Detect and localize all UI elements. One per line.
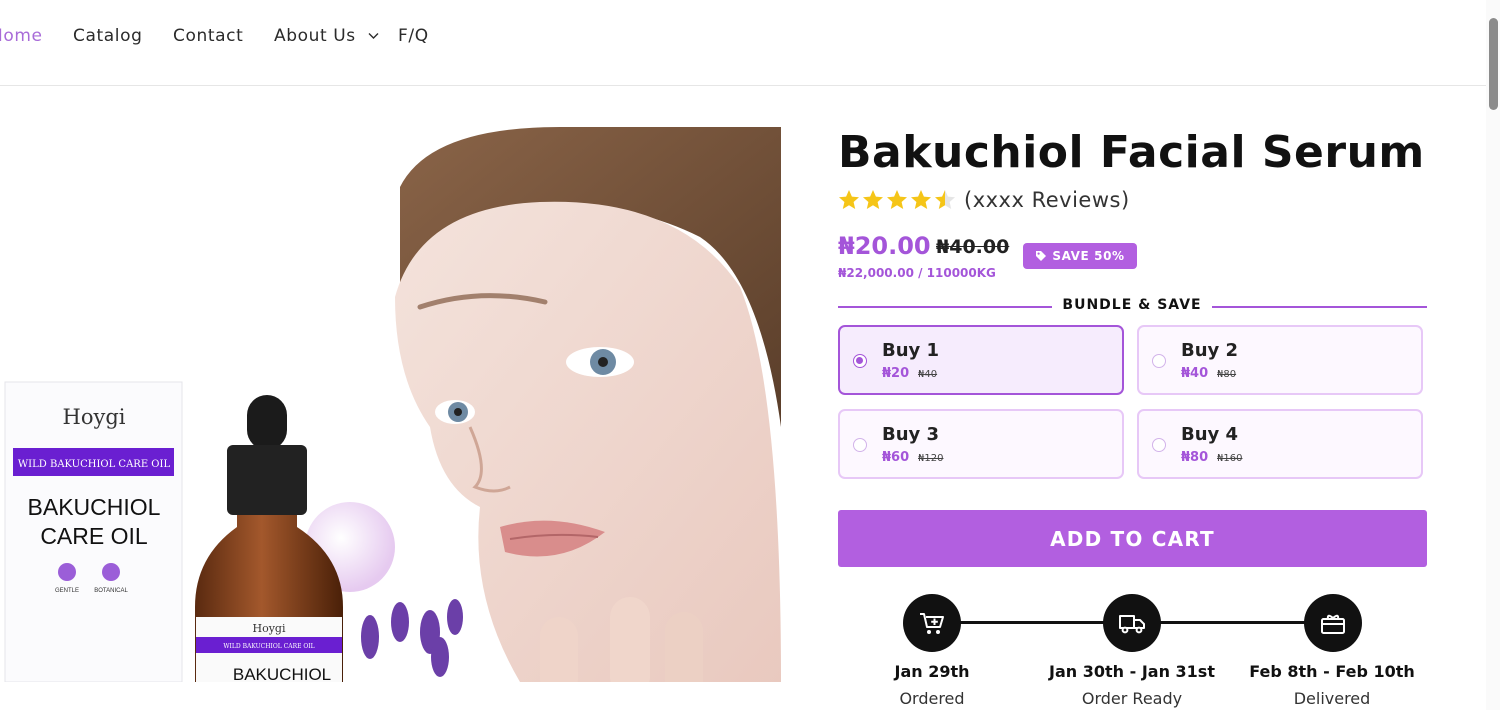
- bundle-option-label: Buy 4: [1181, 424, 1239, 445]
- bundle-option-buy-1[interactable]: Buy 1 ₦20 ₦40: [838, 325, 1124, 395]
- save-badge-text: SAVE 50%: [1052, 249, 1125, 263]
- product-hero-image[interactable]: Hoygi WILD BAKUCHIOL CARE OIL BAKUCHIOL …: [0, 127, 781, 682]
- bundle-option-label: Buy 1: [882, 340, 940, 361]
- box-banner-text: WILD BAKUCHIOL CARE OIL: [18, 459, 171, 470]
- bundle-option-price: ₦60: [882, 450, 910, 465]
- page-scrollbar[interactable]: [1486, 0, 1500, 710]
- radio-icon: [853, 438, 867, 452]
- radio-icon: [853, 354, 867, 368]
- timeline-step-ready: [1103, 594, 1161, 652]
- nav-item-home[interactable]: Home: [0, 26, 43, 46]
- radio-icon: [1152, 438, 1166, 452]
- timeline-date-delivered: Feb 8th - Feb 10th: [1249, 662, 1415, 681]
- timeline-date-ordered: Jan 29th: [894, 662, 970, 681]
- timeline-status-delivered: Delivered: [1293, 689, 1371, 708]
- nav-item-contact[interactable]: Contact: [173, 26, 243, 46]
- gift-icon: [1321, 614, 1345, 634]
- bundle-option-compare: ₦40: [918, 369, 938, 380]
- box-title-line-2: CARE OIL: [40, 523, 148, 549]
- bundle-option-compare: ₦80: [1217, 369, 1237, 380]
- box-brand-text: Hoygi: [63, 405, 126, 429]
- nav-item-catalog[interactable]: Catalog: [73, 26, 143, 46]
- truck-icon: [1119, 615, 1145, 634]
- chevron-down-icon: [368, 33, 379, 39]
- cart-plus-icon: [920, 613, 944, 634]
- bottle-brand-text: Hoygi: [253, 622, 286, 635]
- box-icon-label-2: BOTANICAL: [94, 588, 128, 594]
- bundle-option-buy-2[interactable]: Buy 2 ₦40 ₦80: [1137, 325, 1423, 395]
- bundle-option-label: Buy 2: [1181, 340, 1239, 361]
- timeline-date-ready: Jan 30th - Jan 31st: [1049, 662, 1215, 681]
- scroll-thumb[interactable]: [1489, 18, 1498, 110]
- bundle-option-price: ₦20: [882, 366, 910, 381]
- save-badge: SAVE 50%: [1023, 243, 1137, 269]
- bottle-title-text: BAKUCHIOL: [233, 665, 331, 682]
- timeline-step-ordered: [903, 594, 961, 652]
- timeline-status-ready: Order Ready: [1081, 689, 1183, 708]
- timeline-step-delivered: [1304, 594, 1362, 652]
- bundle-option-label: Buy 3: [882, 424, 940, 445]
- top-navigation: Home Catalog Contact About Us F/Q: [0, 0, 1486, 86]
- timeline-status-ordered: Ordered: [899, 689, 965, 708]
- radio-icon: [1152, 354, 1166, 368]
- nav-item-fq[interactable]: F/Q: [398, 26, 429, 46]
- bundle-option-buy-3[interactable]: Buy 3 ₦60 ₦120: [838, 409, 1124, 479]
- product-title: Bakuchiol Facial Serum: [838, 127, 1425, 178]
- bottle-banner-text: WILD BAKUCHIOL CARE OIL: [223, 643, 314, 650]
- star-rating-icon: [839, 190, 955, 209]
- bundle-option-compare: ₦160: [1217, 453, 1243, 464]
- bundle-heading: BUNDLE & SAVE: [1052, 297, 1212, 313]
- product-photo: Hoygi WILD BAKUCHIOL CARE OIL BAKUCHIOL …: [4, 127, 781, 682]
- box-title-line-1: BAKUCHIOL: [28, 494, 161, 520]
- bundle-option-compare: ₦120: [918, 453, 944, 464]
- bundle-option-price: ₦80: [1181, 450, 1209, 465]
- unit-price: ₦22,000.00 / 110000KG: [838, 266, 996, 280]
- reviews-count[interactable]: (xxxx Reviews): [964, 188, 1130, 212]
- tag-icon: [1036, 251, 1047, 261]
- bundle-option-price: ₦40: [1181, 366, 1209, 381]
- add-to-cart-button[interactable]: ADD TO CART: [838, 510, 1427, 567]
- nav-item-about-us[interactable]: About Us: [274, 26, 379, 46]
- compare-price: ₦40.00: [936, 236, 1010, 258]
- bundle-option-buy-4[interactable]: Buy 4 ₦80 ₦160: [1137, 409, 1423, 479]
- bundle-divider-left: [838, 306, 1054, 308]
- sale-price: ₦20.00: [838, 232, 931, 260]
- nav-item-about-us-label: About Us: [274, 26, 356, 46]
- box-icon-label-1: GENTLE: [55, 588, 79, 594]
- bundle-divider-right: [1212, 306, 1427, 308]
